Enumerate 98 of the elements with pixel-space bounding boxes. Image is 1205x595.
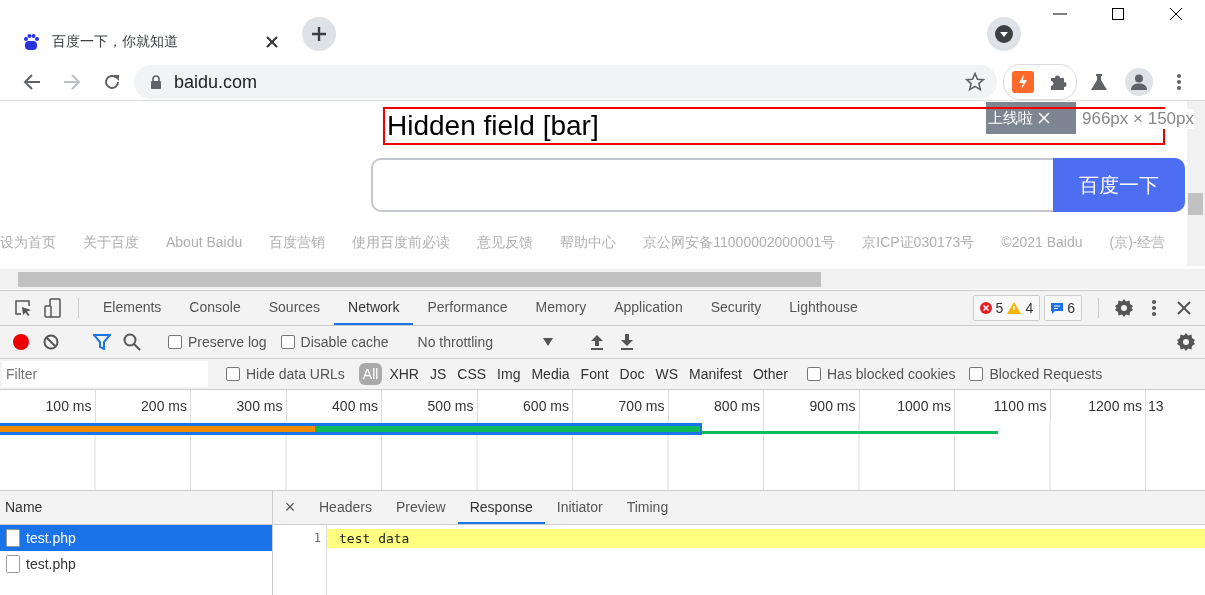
new-tab-button[interactable] [302,17,336,51]
devtools-tab[interactable]: Application [600,291,697,325]
settings-icon[interactable] [1115,299,1133,317]
lightning-icon[interactable] [1012,71,1035,93]
filter-icon[interactable] [93,334,111,350]
type-filter[interactable]: Manifest [685,363,746,385]
checkbox-label: Preserve log [188,334,267,350]
upload-icon[interactable] [590,334,604,350]
type-filter[interactable]: CSS [453,363,491,385]
time-tick: 700 ms [573,390,669,422]
caret-icon [543,338,553,346]
plus-icon [311,26,327,42]
search-button[interactable]: 百度一下 [1053,158,1185,212]
time-tick: 1100 ms [955,390,1051,422]
detail-tab[interactable]: Response [457,491,545,524]
throttling-dropdown[interactable]: No throttling [409,334,561,350]
search-field[interactable] [371,158,1053,212]
time-tick: 800 ms [668,390,764,422]
type-filter[interactable]: WS [651,363,683,385]
type-filter[interactable]: Img [493,363,525,385]
checkbox-label: Hide data URLs [246,366,345,382]
type-filter[interactable]: JS [425,363,451,385]
tab-search-button[interactable] [987,17,1021,51]
paw-icon [22,33,40,51]
message-count: 6 [1067,300,1075,316]
checkbox-label: Has blocked cookies [827,366,956,382]
time-tick: 300 ms [191,390,287,422]
warning-count: 4 [1025,300,1034,316]
devtools-tab[interactable]: Sources [254,291,335,325]
close-icon[interactable] [266,36,278,48]
issue-counter[interactable]: 5 4 [972,295,1041,321]
detail-tab[interactable]: Preview [383,491,458,524]
checkbox[interactable] [807,367,821,381]
time-tick: 900 ms [764,390,860,422]
back-arrow-icon [23,73,41,91]
devtools-tab[interactable]: Performance [413,291,522,325]
devtools-tab[interactable]: Network [334,291,414,325]
close-button[interactable]: × [273,491,307,524]
filter-field[interactable]: Filter [2,361,208,387]
message-icon [1051,302,1064,314]
time-tick: 1200 ms [1050,390,1146,422]
message-counter[interactable]: 6 [1044,295,1082,321]
tooltip-text: 上线啦 [988,108,1033,128]
checkbox-label: Blocked Requests [989,366,1103,382]
checkbox[interactable] [280,335,295,349]
type-filter[interactable]: Other [749,363,792,385]
caret-icon [995,25,1013,43]
time-tick: 400 ms [286,390,382,422]
file-icon [6,529,20,547]
devtools-tab[interactable]: Security [696,291,776,325]
checkbox-label: Disable cache [300,334,389,350]
devtools-tab[interactable]: Console [175,291,255,325]
detail-tab[interactable]: Timing [614,491,681,524]
request-row[interactable]: test.php [0,525,272,551]
warning-icon [1007,302,1022,314]
time-tick: 200 ms [95,390,191,422]
error-icon [979,302,992,314]
search-icon[interactable] [123,333,141,351]
detail-tab[interactable]: Initiator [544,491,615,524]
request-row[interactable]: test.php [0,551,272,577]
menu-icon[interactable] [1177,74,1182,90]
error-count: 5 [995,300,1004,316]
device-icon[interactable] [43,298,63,318]
inspect-icon[interactable] [14,299,32,317]
reload-icon [102,73,121,91]
settings-icon[interactable] [1177,333,1195,351]
forward-arrow-icon [62,73,81,91]
time-tick: 500 ms [382,390,478,422]
type-filter[interactable]: Font [576,363,613,385]
detail-tab[interactable]: Headers [307,491,384,524]
clear-icon[interactable] [43,334,59,350]
profile-avatar[interactable] [1125,68,1154,96]
devtools-tab[interactable]: Memory [521,291,601,325]
checkbox[interactable] [226,367,240,381]
star-icon[interactable] [965,72,986,92]
flask-icon[interactable] [1090,73,1109,91]
download-icon[interactable] [620,334,634,350]
time-tick: 13 [1147,397,1165,416]
file-icon [6,555,20,573]
horizontal-scrollbar[interactable] [0,269,1205,289]
more-icon[interactable] [1152,300,1156,316]
type-filter[interactable]: Media [527,363,574,385]
time-tick: 1000 ms [859,390,955,422]
devtools-tab[interactable]: Elements [89,291,176,325]
lock-icon [149,75,162,89]
time-tick: 100 ms [0,390,96,422]
time-tick: 600 ms [477,390,573,422]
address-bar[interactable]: baidu.com [133,65,998,99]
column-header[interactable]: Name [0,491,272,525]
type-filter[interactable]: Doc [615,363,649,385]
size-label: 966px × 150px [1082,109,1194,129]
record-icon[interactable] [12,333,30,351]
type-filter[interactable]: XHR [385,363,423,385]
checkbox[interactable] [168,335,182,349]
checkbox[interactable] [969,367,984,381]
line-number: 1 [312,531,321,545]
devtools-tab[interactable]: Lighthouse [775,291,872,325]
close-icon[interactable] [1177,301,1191,315]
